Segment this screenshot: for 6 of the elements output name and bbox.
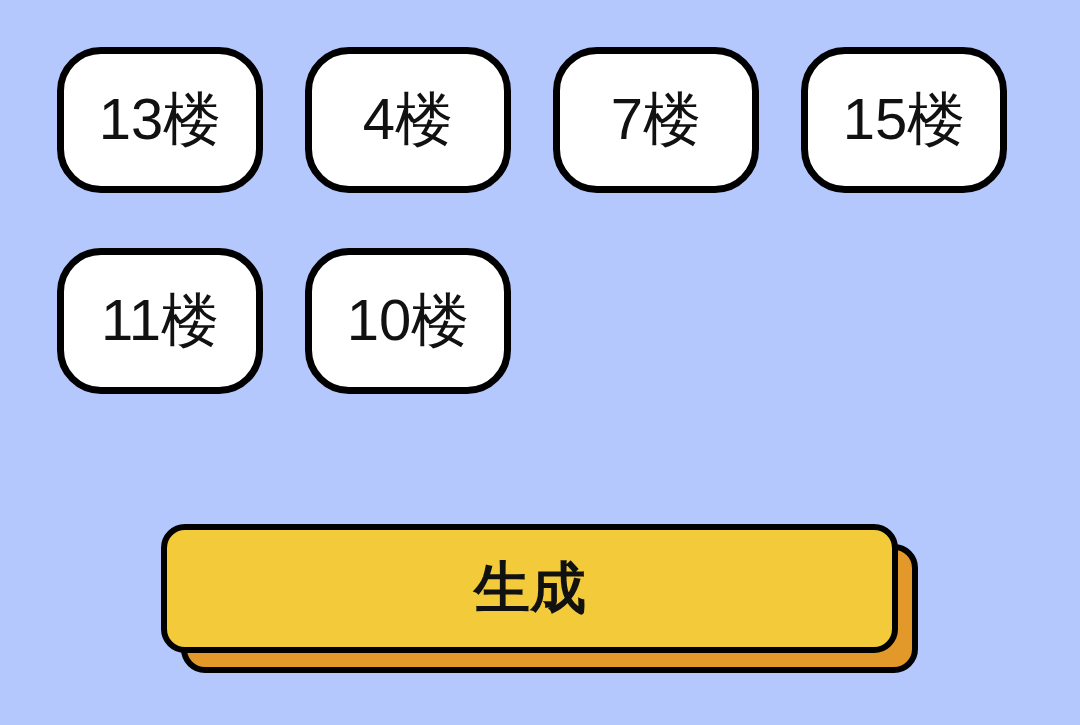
floor-chip[interactable]: 15楼 xyxy=(801,47,1007,193)
floor-chip[interactable]: 11楼 xyxy=(57,248,263,394)
floor-chip[interactable]: 10楼 xyxy=(305,248,511,394)
floor-chip[interactable]: 7楼 xyxy=(553,47,759,193)
floor-chip[interactable]: 4楼 xyxy=(305,47,511,193)
floor-chip[interactable]: 13楼 xyxy=(57,47,263,193)
